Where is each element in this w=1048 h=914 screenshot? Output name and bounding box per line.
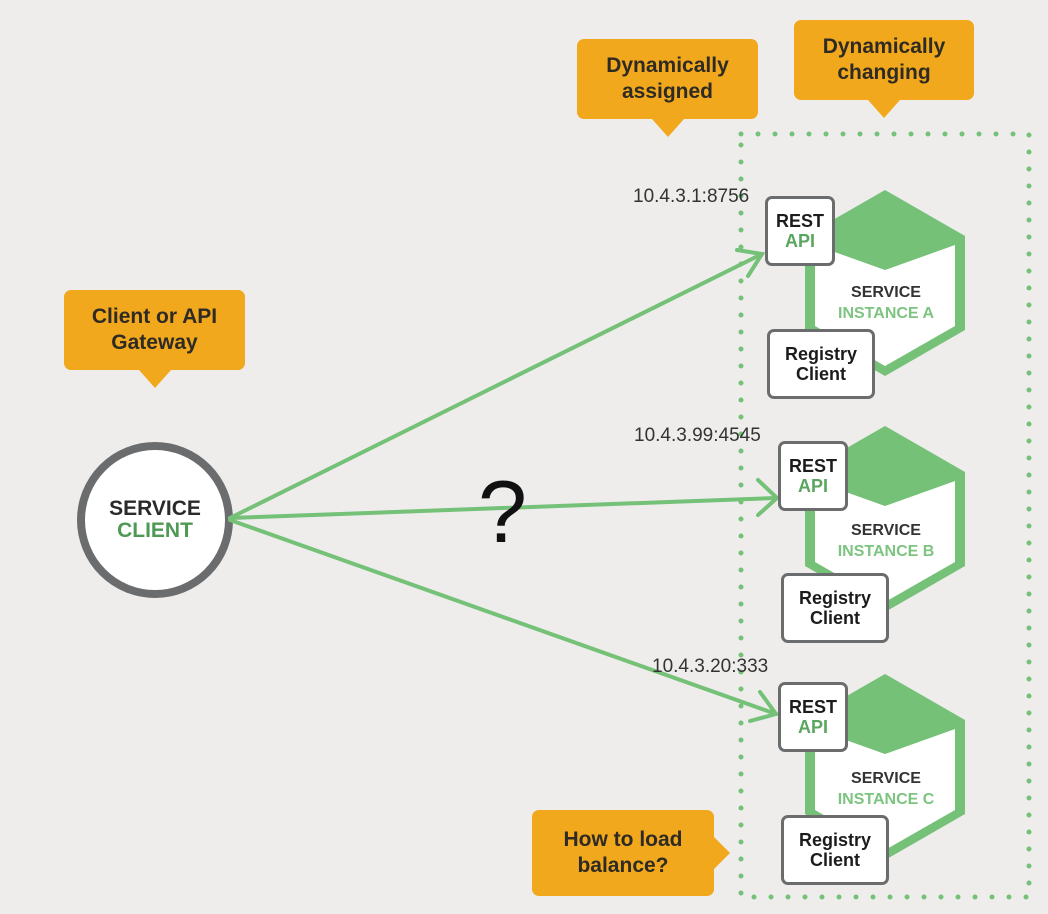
ip-address-instance-c: 10.4.3.20:333 [652, 656, 769, 677]
question-mark: ? [478, 462, 527, 561]
rest-api-line2: API [784, 231, 815, 251]
service-instance-c-label: SERVICE INSTANCE C [815, 768, 957, 810]
service-instance-line1: SERVICE [851, 522, 921, 539]
callout-text-line: Dynamically [606, 54, 729, 77]
registry-client-line2: Client [809, 608, 860, 628]
rest-api-box-a: REST API [765, 196, 835, 266]
service-client-label: SERVICE CLIENT [85, 498, 225, 542]
service-instance-line2: INSTANCE B [837, 543, 935, 560]
registry-client-box-a: Registry Client [767, 329, 875, 399]
callout-text-line: changing [837, 61, 931, 84]
rest-api-line2: API [797, 476, 828, 496]
registry-client-line1: Registry [798, 588, 872, 608]
service-instance-line1: SERVICE [851, 770, 921, 787]
callout-text-line: assigned [621, 80, 714, 103]
ip-address-instance-a: 10.4.3.1:8756 [633, 186, 750, 207]
ip-address-instance-b: 10.4.3.99:4545 [634, 425, 761, 446]
registry-client-line2: Client [809, 850, 860, 870]
rest-api-line1: REST [788, 456, 837, 476]
rest-api-line1: REST [788, 697, 837, 717]
callout-text-line: balance? [577, 854, 669, 877]
service-client-line1: SERVICE [109, 497, 201, 520]
service-instance-line2: INSTANCE C [837, 791, 935, 808]
service-instance-b-label: SERVICE INSTANCE B [815, 520, 957, 562]
registry-client-line2: Client [795, 364, 846, 384]
callout-text-line: Gateway [111, 331, 198, 354]
rest-api-line1: REST [775, 211, 824, 231]
callout-text-line: How to load [563, 828, 683, 851]
rest-api-box-c: REST API [778, 682, 848, 752]
rest-api-line2: API [797, 717, 828, 737]
service-instance-line2: INSTANCE A [838, 305, 934, 322]
callout-dynamically-assigned: Dynamically assigned [577, 39, 758, 119]
rest-api-box-b: REST API [778, 441, 848, 511]
callout-how-to-load-balance: How to load balance? [532, 810, 714, 896]
callout-dynamically-changing: Dynamically changing [794, 20, 974, 100]
registry-client-box-c: Registry Client [781, 815, 889, 885]
registry-client-line1: Registry [798, 830, 872, 850]
service-instance-line1: SERVICE [851, 284, 921, 301]
callout-text-line: Dynamically [822, 35, 946, 58]
callout-text-line: Client or API [91, 305, 218, 328]
service-client-line2: CLIENT [117, 519, 193, 542]
registry-client-line1: Registry [784, 344, 858, 364]
callout-client-or-api-gateway: Client or API Gateway [64, 290, 245, 370]
registry-client-box-b: Registry Client [781, 573, 889, 643]
service-instance-a-label: SERVICE INSTANCE A [815, 282, 957, 324]
